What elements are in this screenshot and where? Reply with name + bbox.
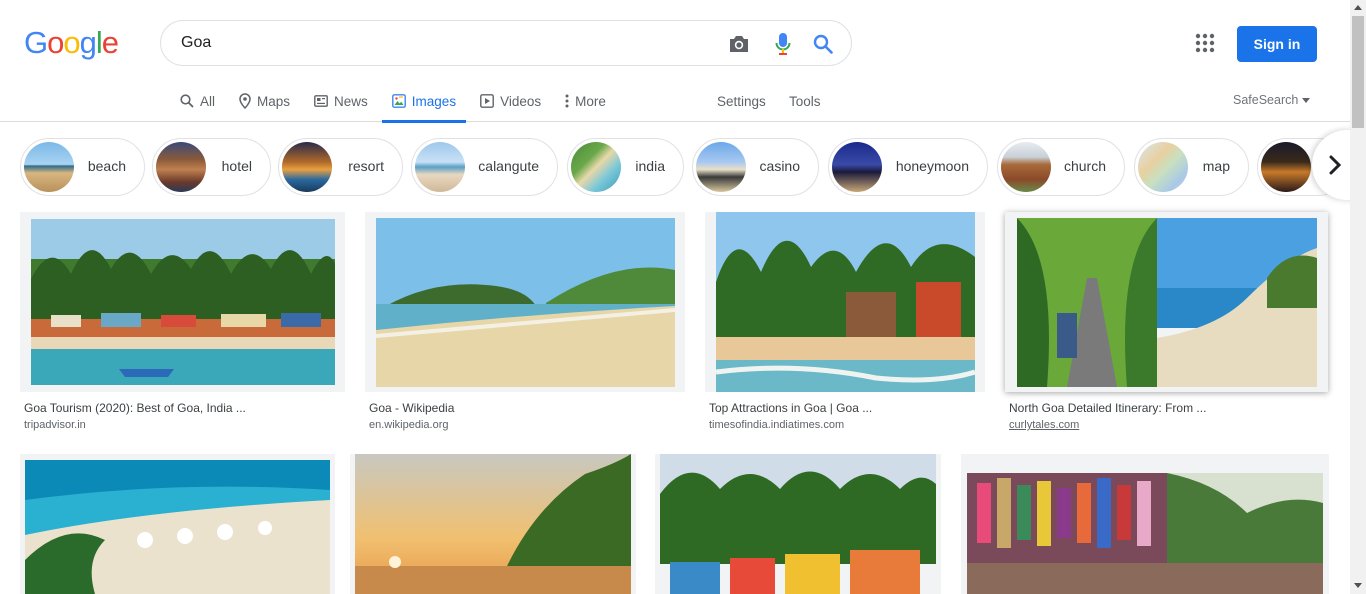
- image-result[interactable]: Goa - Wikipedia en.wikipedia.org: [365, 212, 685, 437]
- search-box: [160, 20, 852, 66]
- news-icon: [314, 95, 328, 107]
- chip-calangute[interactable]: calangute: [411, 138, 558, 196]
- search-icon: [180, 94, 194, 108]
- tab-images[interactable]: Images: [381, 80, 467, 123]
- result-image: [25, 460, 330, 594]
- chevron-right-icon: [1329, 155, 1342, 175]
- result-source[interactable]: tripadvisor.in: [24, 419, 86, 431]
- chip-label: resort: [348, 158, 384, 174]
- result-title[interactable]: North Goa Detailed Itinerary: From ...: [1009, 401, 1206, 415]
- logo-letter: e: [101, 25, 119, 60]
- chip-church[interactable]: church: [997, 138, 1125, 196]
- settings-link[interactable]: Settings: [717, 80, 766, 122]
- chip-label: hotel: [221, 158, 252, 174]
- tab-label: News: [334, 93, 368, 109]
- chip-label: church: [1063, 158, 1106, 174]
- chip-label: casino: [759, 158, 800, 174]
- result-image: [1017, 218, 1317, 387]
- image-result[interactable]: Top Attractions in Goa | Goa ... timesof…: [705, 212, 985, 437]
- image-result[interactable]: [350, 454, 636, 594]
- chip-thumbnail: [1261, 142, 1311, 192]
- scroll-down-icon[interactable]: [1354, 583, 1362, 588]
- logo-letter: G: [24, 25, 48, 60]
- scrollbar-thumb[interactable]: [1352, 16, 1364, 128]
- tab-more[interactable]: More: [555, 80, 616, 122]
- tab-news[interactable]: News: [304, 80, 378, 122]
- image-result[interactable]: [961, 454, 1329, 594]
- top-bar: Google Sign in All Maps News: [0, 0, 1350, 123]
- chip-thumbnail: [1138, 142, 1188, 192]
- camera-icon[interactable]: [726, 31, 752, 57]
- search-tabs: All Maps News Images Videos More: [170, 80, 616, 123]
- image-result[interactable]: [655, 454, 941, 594]
- result-image: [355, 454, 631, 594]
- result-source[interactable]: timesofindia.indiatimes.com: [709, 419, 844, 431]
- tab-label: Videos: [500, 93, 542, 109]
- result-source[interactable]: en.wikipedia.org: [369, 419, 449, 431]
- chip-label: map: [1202, 158, 1230, 174]
- chevron-down-icon: [1302, 97, 1311, 103]
- result-image: [660, 454, 936, 594]
- chip-thumbnail: [571, 142, 621, 192]
- tab-label: More: [575, 93, 606, 109]
- search-icon[interactable]: [810, 31, 836, 57]
- chip-thumbnail: [696, 142, 746, 192]
- sign-in-button[interactable]: Sign in: [1237, 26, 1317, 62]
- tab-label: Maps: [257, 93, 291, 109]
- logo-letter: o: [63, 25, 80, 60]
- chip-india[interactable]: india: [567, 138, 684, 196]
- logo-letter: o: [47, 25, 64, 60]
- result-title[interactable]: Top Attractions in Goa | Goa ...: [709, 401, 872, 415]
- tab-maps[interactable]: Maps: [229, 80, 300, 122]
- chip-thumbnail: [1001, 142, 1051, 192]
- result-image: [376, 218, 675, 387]
- chip-label: india: [635, 158, 665, 174]
- google-logo[interactable]: Google: [24, 25, 119, 60]
- image-result[interactable]: [20, 454, 335, 594]
- chip-map[interactable]: map: [1134, 138, 1249, 196]
- chip-beach[interactable]: beach: [20, 138, 145, 196]
- result-image: [31, 219, 335, 385]
- microphone-icon[interactable]: [770, 31, 796, 57]
- image-result[interactable]: North Goa Detailed Itinerary: From ... c…: [1005, 212, 1328, 437]
- result-title[interactable]: Goa Tourism (2020): Best of Goa, India .…: [24, 401, 246, 415]
- logo-letter: g: [79, 25, 97, 60]
- chip-thumbnail: [415, 142, 465, 192]
- page-scrollbar[interactable]: [1350, 0, 1366, 594]
- result-image: [967, 473, 1323, 594]
- chip-thumbnail: [24, 142, 74, 192]
- image-result[interactable]: Goa Tourism (2020): Best of Goa, India .…: [20, 212, 345, 437]
- chip-honeymoon[interactable]: honeymoon: [828, 138, 988, 196]
- search-input[interactable]: [181, 29, 721, 57]
- image-icon: [391, 94, 406, 108]
- chip-casino[interactable]: casino: [692, 138, 819, 196]
- safesearch-label: SafeSearch: [1233, 93, 1299, 107]
- apps-grid-icon[interactable]: [1194, 32, 1216, 54]
- chip-thumbnail: [156, 142, 206, 192]
- safesearch-dropdown[interactable]: SafeSearch: [1233, 80, 1311, 120]
- more-vertical-icon: [565, 94, 569, 108]
- chip-label: honeymoon: [895, 158, 969, 174]
- map-pin-icon: [239, 93, 251, 109]
- result-image: [716, 212, 975, 392]
- tab-label: Images: [411, 93, 457, 109]
- chip-resort[interactable]: resort: [278, 138, 403, 196]
- related-chips: beach hotel resort calangute india casin…: [20, 138, 1346, 196]
- chip-thumbnail: [282, 142, 332, 192]
- tab-all[interactable]: All: [170, 80, 225, 122]
- chip-label: calangute: [478, 158, 539, 174]
- tab-videos[interactable]: Videos: [470, 80, 551, 122]
- tab-label: All: [200, 93, 216, 109]
- chip-thumbnail: [832, 142, 882, 192]
- play-icon: [480, 94, 494, 108]
- result-source[interactable]: curlytales.com: [1009, 419, 1079, 431]
- tools-link[interactable]: Tools: [789, 80, 821, 122]
- chip-label: beach: [87, 158, 126, 174]
- result-title[interactable]: Goa - Wikipedia: [369, 401, 454, 415]
- scroll-up-icon[interactable]: [1354, 5, 1362, 10]
- chip-hotel[interactable]: hotel: [152, 138, 271, 196]
